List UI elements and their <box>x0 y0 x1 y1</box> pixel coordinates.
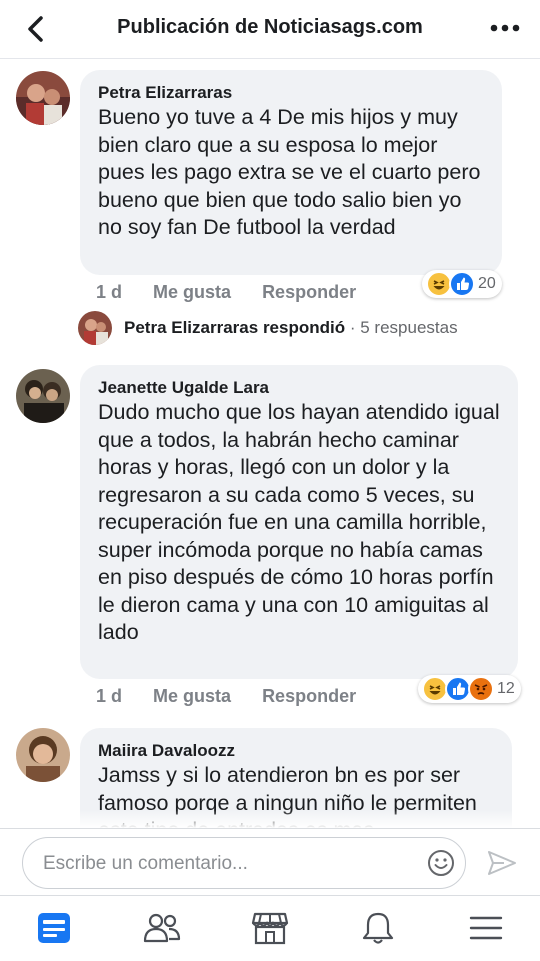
reply-author: Petra Elizarraras <box>124 318 259 337</box>
top-bar: Publicación de Noticiasags.com <box>0 0 540 59</box>
comment-time: 1 d <box>96 282 123 302</box>
reply-verb: respondió <box>262 318 346 337</box>
comment-text: Dudo mucho que los hayan atendido igual … <box>98 400 500 644</box>
reply-button[interactable]: Responder <box>262 686 356 706</box>
menu-icon[interactable] <box>466 910 506 946</box>
reply-separator: · <box>349 318 356 337</box>
comments-feed: Petra Elizarraras Bueno yo tuve a 4 De m… <box>0 58 540 828</box>
comment-time: 1 d <box>96 686 123 706</box>
notifications-icon[interactable] <box>358 910 398 946</box>
comment-author[interactable]: Maiira Davaloozz <box>98 741 235 761</box>
emoji-icon[interactable] <box>427 849 455 877</box>
comment-actions: 1 d Me gusta Responder <box>96 282 382 303</box>
avatar[interactable] <box>16 369 70 423</box>
comment-actions: 1 d Me gusta Responder <box>96 686 382 707</box>
comment-author[interactable]: Petra Elizarraras <box>98 83 232 103</box>
comment-bubble: Petra Elizarraras Bueno yo tuve a 4 De m… <box>80 70 502 275</box>
like-button[interactable]: Me gusta <box>153 686 231 706</box>
reply-avatar[interactable] <box>78 311 112 345</box>
page-title: Publicación de Noticiasags.com <box>117 16 423 38</box>
like-button[interactable]: Me gusta <box>153 282 231 302</box>
reaction-count: 12 <box>497 680 515 697</box>
reactions-summary[interactable]: 12 <box>418 675 521 703</box>
avatar[interactable] <box>16 71 70 125</box>
reactions-summary[interactable]: 20 <box>422 270 502 298</box>
replies-link[interactable]: Petra Elizarraras respondió · 5 respuest… <box>124 318 458 338</box>
avatar[interactable] <box>16 728 70 782</box>
comment-author[interactable]: Jeanette Ugalde Lara <box>98 378 269 398</box>
comment-composer <box>0 828 540 895</box>
reply-count: 5 respuestas <box>360 318 458 337</box>
friends-icon[interactable] <box>142 910 182 946</box>
reply-button[interactable]: Responder <box>262 282 356 302</box>
comment-text: Bueno yo tuve a 4 De mis hijos y muy bie… <box>98 105 481 239</box>
news-feed-icon[interactable] <box>34 910 74 946</box>
comment-input[interactable] <box>41 850 415 878</box>
scroll-fade <box>0 810 540 828</box>
reaction-count: 20 <box>478 275 496 292</box>
like-reaction-icon <box>449 271 475 297</box>
angry-reaction-icon <box>468 676 494 702</box>
comment-input-box[interactable] <box>22 837 466 889</box>
bottom-tab-bar <box>0 895 540 961</box>
comment-bubble: Jeanette Ugalde Lara Dudo mucho que los … <box>80 365 518 679</box>
more-options-icon[interactable] <box>488 16 522 40</box>
marketplace-icon[interactable] <box>250 910 290 946</box>
send-icon[interactable] <box>486 849 518 877</box>
